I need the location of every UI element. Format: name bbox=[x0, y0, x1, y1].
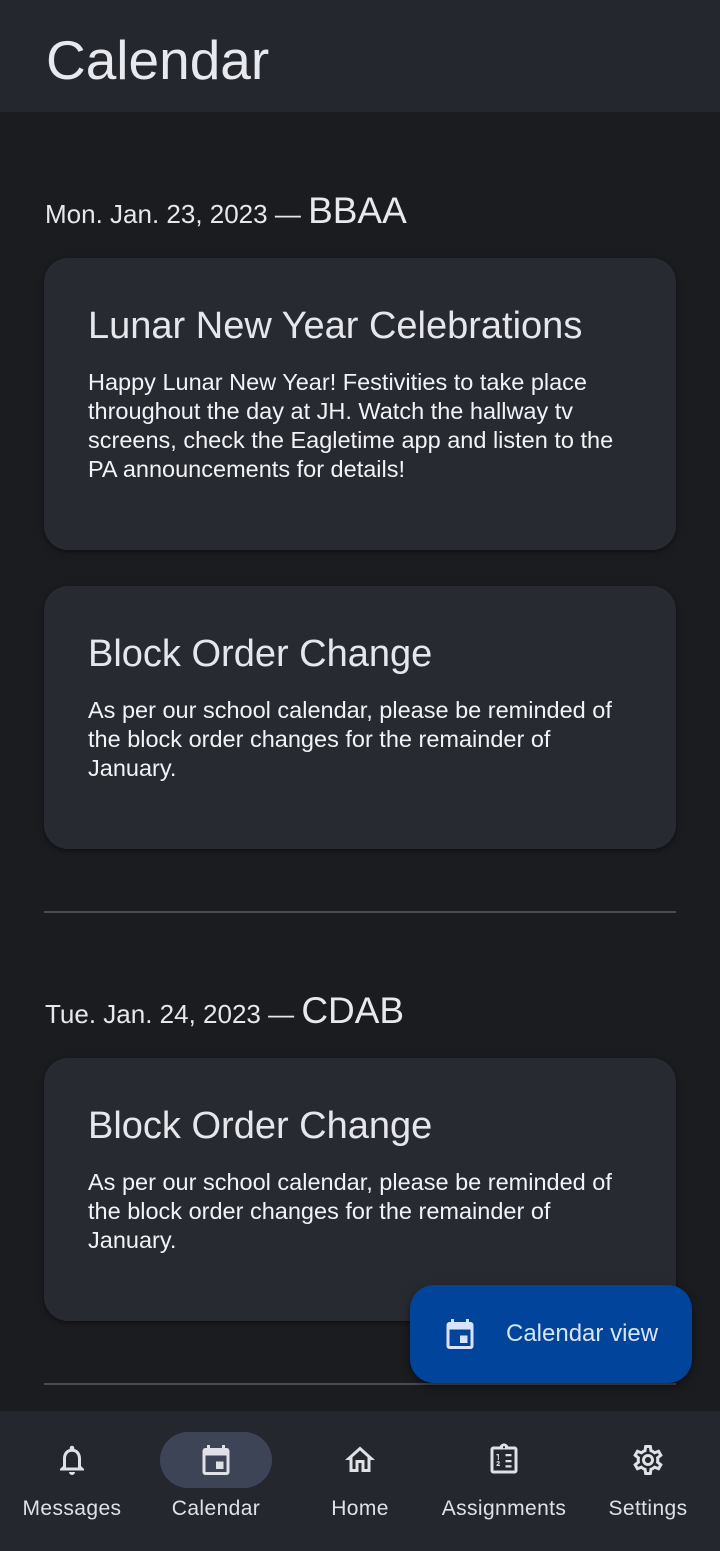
day-separator: — bbox=[267, 199, 309, 229]
event-card[interactable]: Block Order Change As per our school cal… bbox=[44, 1058, 676, 1321]
nav-item-assignments[interactable]: Assignments bbox=[432, 1411, 576, 1551]
event-card[interactable]: Block Order Change As per our school cal… bbox=[44, 586, 676, 849]
nav-label: Home bbox=[331, 1497, 389, 1520]
nav-label: Messages bbox=[22, 1497, 122, 1520]
bell-icon bbox=[60, 1445, 84, 1475]
day-header: Tue. Jan. 24, 2023 — CDAB bbox=[45, 990, 404, 1032]
nav-label: Settings bbox=[608, 1497, 688, 1520]
nav-item-messages[interactable]: Messages bbox=[0, 1411, 144, 1551]
day-separator: — bbox=[260, 999, 302, 1029]
event-description: As per our school calendar, please be re… bbox=[88, 1169, 612, 1253]
nav-item-calendar[interactable]: Calendar bbox=[144, 1411, 288, 1551]
nav-label: Assignments bbox=[441, 1497, 567, 1520]
event-description: Happy Lunar New Year! Festivities to tak… bbox=[88, 369, 614, 482]
event-title: Block Order Change bbox=[88, 633, 433, 675]
day-divider bbox=[44, 1383, 676, 1385]
assignment-icon bbox=[490, 1443, 518, 1474]
calendar-view-label: Calendar view bbox=[506, 1320, 659, 1347]
day-divider bbox=[44, 911, 676, 913]
event-card[interactable]: Lunar New Year Celebrations Happy Lunar … bbox=[44, 258, 676, 550]
calendar-view-button[interactable]: Calendar view bbox=[410, 1285, 692, 1383]
top-app-bar: Calendar bbox=[0, 0, 720, 112]
bottom-navigation: Messages Calendar Home Assignments Setti… bbox=[0, 1411, 720, 1551]
home-icon bbox=[345, 1446, 375, 1472]
event-title: Lunar New Year Celebrations bbox=[88, 305, 583, 347]
event-description: As per our school calendar, please be re… bbox=[88, 697, 612, 781]
day-header: Mon. Jan. 23, 2023 — BBAA bbox=[45, 190, 407, 232]
calendar-feed[interactable]: Mon. Jan. 23, 2023 — BBAA Lunar New Year… bbox=[0, 112, 720, 1411]
nav-item-settings[interactable]: Settings bbox=[576, 1411, 720, 1551]
day-date: Tue. Jan. 24, 2023 bbox=[45, 999, 261, 1029]
block-order-code: BBAA bbox=[308, 190, 407, 231]
nav-label: Calendar bbox=[171, 1497, 261, 1520]
event-title: Block Order Change bbox=[88, 1105, 433, 1147]
page-title: Calendar bbox=[46, 29, 270, 91]
day-date: Mon. Jan. 23, 2023 bbox=[45, 199, 268, 229]
calendar-icon bbox=[202, 1445, 230, 1475]
gear-icon bbox=[633, 1445, 663, 1475]
nav-item-home[interactable]: Home bbox=[288, 1411, 432, 1551]
calendar-icon bbox=[446, 1319, 474, 1349]
block-order-code: CDAB bbox=[301, 990, 405, 1031]
